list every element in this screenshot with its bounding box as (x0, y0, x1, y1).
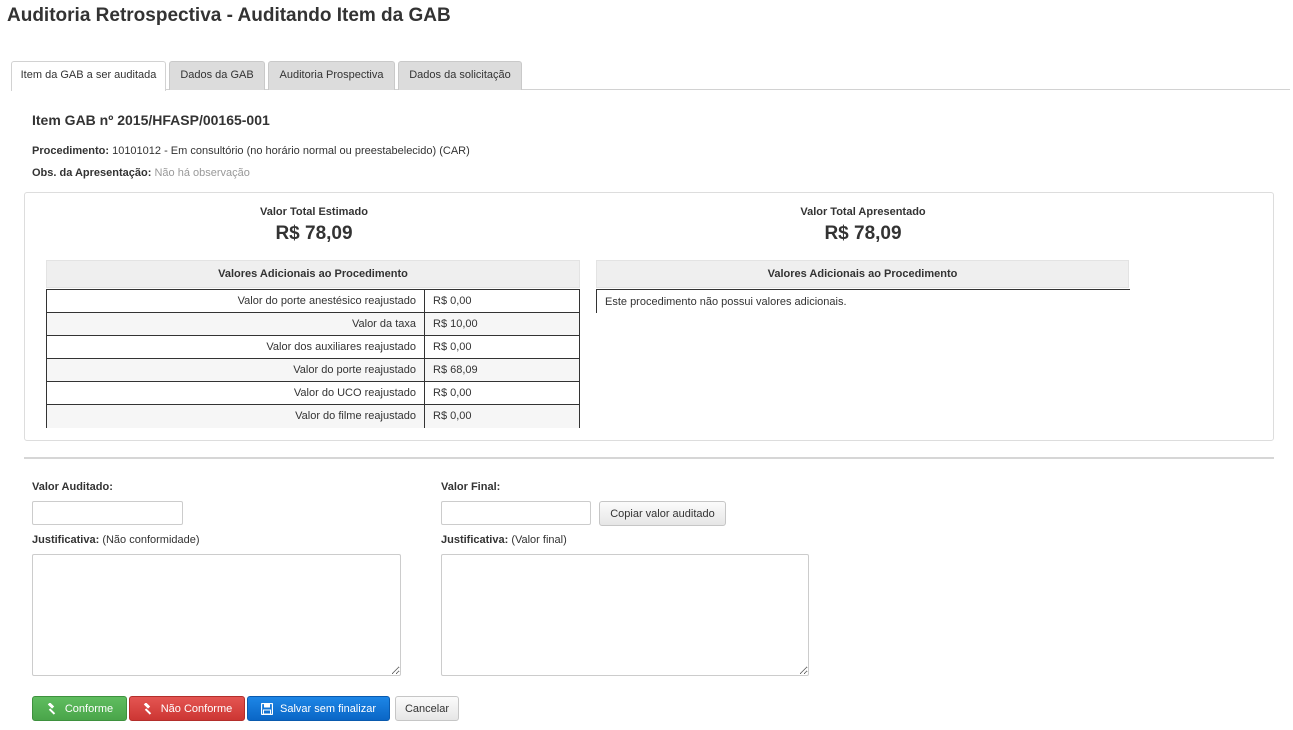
row-name: Valor do UCO reajustado (46, 381, 425, 405)
nao-conforme-label: Não Conforme (160, 702, 233, 715)
valor-estimado-amount: R$ 78,09 (275, 223, 353, 244)
row-name: Valor da taxa (46, 312, 425, 336)
gavel-icon (46, 702, 58, 715)
justificativa-nao-conformidade-label: Justificativa: (Não conformidade) (32, 534, 200, 546)
table-row: Valor do filme reajustado R$ 0,00 (46, 404, 580, 428)
row-name: Valor dos auxiliares reajustado (46, 335, 425, 359)
tab-item-da-gab[interactable]: Item da GAB a ser auditada (11, 61, 166, 91)
justificativa-valor-final-textarea[interactable] (441, 554, 809, 676)
nao-conforme-button[interactable]: Não Conforme (129, 696, 245, 721)
justificativa-valor-final-label: Justificativa: (Valor final) (441, 534, 567, 546)
justificativa-nao-conformidade-textarea[interactable] (32, 554, 401, 676)
salvar-label: Salvar sem finalizar (280, 702, 376, 715)
table-row: Valor do UCO reajustado R$ 0,00 (46, 381, 580, 405)
row-value: R$ 0,00 (424, 289, 580, 313)
valor-auditado-label-text: Valor Auditado: (32, 481, 113, 493)
row-value: R$ 0,00 (424, 381, 580, 405)
observacao-label: Obs. da Apresentação: (32, 167, 152, 179)
procedimento-label: Procedimento: (32, 145, 110, 157)
row-value: R$ 0,00 (424, 404, 580, 428)
valor-estimado-block: Valor Total Estimado R$ 78,09 (214, 206, 414, 245)
valor-auditado-label: Valor Auditado: (32, 481, 113, 493)
justificativa-hint: (Valor final) (511, 534, 567, 546)
tab-bar: Item da GAB a ser auditada Dados da GAB … (11, 61, 1290, 91)
justificativa-label-text: Justificativa: (32, 534, 100, 546)
row-value: R$ 68,09 (424, 358, 580, 382)
tab-dados-da-gab[interactable]: Dados da GAB (169, 61, 265, 90)
procedimento-line: Procedimento: 10101012 - Em consultório … (32, 145, 470, 157)
salvar-sem-finalizar-button[interactable]: Salvar sem finalizar (247, 696, 390, 721)
procedimento-value: 10101012 - Em consultório (no horário no… (112, 145, 470, 157)
conforme-button[interactable]: Conforme (32, 696, 127, 721)
observacao-line: Obs. da Apresentação: Não há observação (32, 167, 250, 179)
table-row: Valor dos auxiliares reajustado R$ 0,00 (46, 335, 580, 359)
tab-auditoria-prospectiva[interactable]: Auditoria Prospectiva (268, 61, 395, 90)
item-title: Item GAB nº 2015/HFASP/00165-001 (32, 112, 270, 128)
observacao-value: Não há observação (154, 167, 250, 179)
valor-final-label: Valor Final: (441, 481, 500, 493)
cancelar-button[interactable]: Cancelar (395, 696, 459, 721)
section-divider (24, 457, 1274, 459)
row-name: Valor do porte reajustado (46, 358, 425, 382)
apresentado-additional-header: Valores Adicionais ao Procedimento (596, 260, 1129, 288)
copiar-valor-auditado-button[interactable]: Copiar valor auditado (599, 501, 726, 526)
table-row: Valor do porte reajustado R$ 68,09 (46, 358, 580, 382)
justificativa-hint: (Não conformidade) (102, 534, 200, 546)
no-additional-values-message: Este procedimento não possui valores adi… (596, 289, 1130, 313)
estimado-additional-table: Valor do porte anestésico reajustado R$ … (46, 289, 580, 428)
valor-auditado-input[interactable] (32, 501, 183, 525)
valor-apresentado-label: Valor Total Apresentado (800, 206, 926, 218)
row-name: Valor do porte anestésico reajustado (46, 289, 425, 313)
conforme-label: Conforme (64, 702, 114, 715)
tab-dados-da-solicitacao[interactable]: Dados da solicitação (398, 61, 522, 90)
values-panel: Valor Total Estimado R$ 78,09 Valor Tota… (24, 192, 1274, 441)
page-title: Auditoria Retrospectiva - Auditando Item… (7, 5, 451, 26)
valor-final-input[interactable] (441, 501, 591, 525)
table-row: Valor do porte anestésico reajustado R$ … (46, 289, 580, 313)
table-row: Valor da taxa R$ 10,00 (46, 312, 580, 336)
save-icon (261, 702, 273, 715)
cancelar-label: Cancelar (404, 702, 450, 715)
row-name: Valor do filme reajustado (46, 404, 425, 428)
copiar-valor-auditado-label: Copiar valor auditado (610, 507, 715, 520)
row-value: R$ 0,00 (424, 335, 580, 359)
valor-estimado-label: Valor Total Estimado (260, 206, 368, 218)
gavel-icon (142, 702, 154, 715)
row-value: R$ 10,00 (424, 312, 580, 336)
estimado-additional-header: Valores Adicionais ao Procedimento (46, 260, 580, 288)
valor-apresentado-block: Valor Total Apresentado R$ 78,09 (763, 206, 963, 245)
justificativa-label-text: Justificativa: (441, 534, 509, 546)
valor-apresentado-amount: R$ 78,09 (824, 223, 902, 244)
valor-final-label-text: Valor Final: (441, 481, 501, 493)
